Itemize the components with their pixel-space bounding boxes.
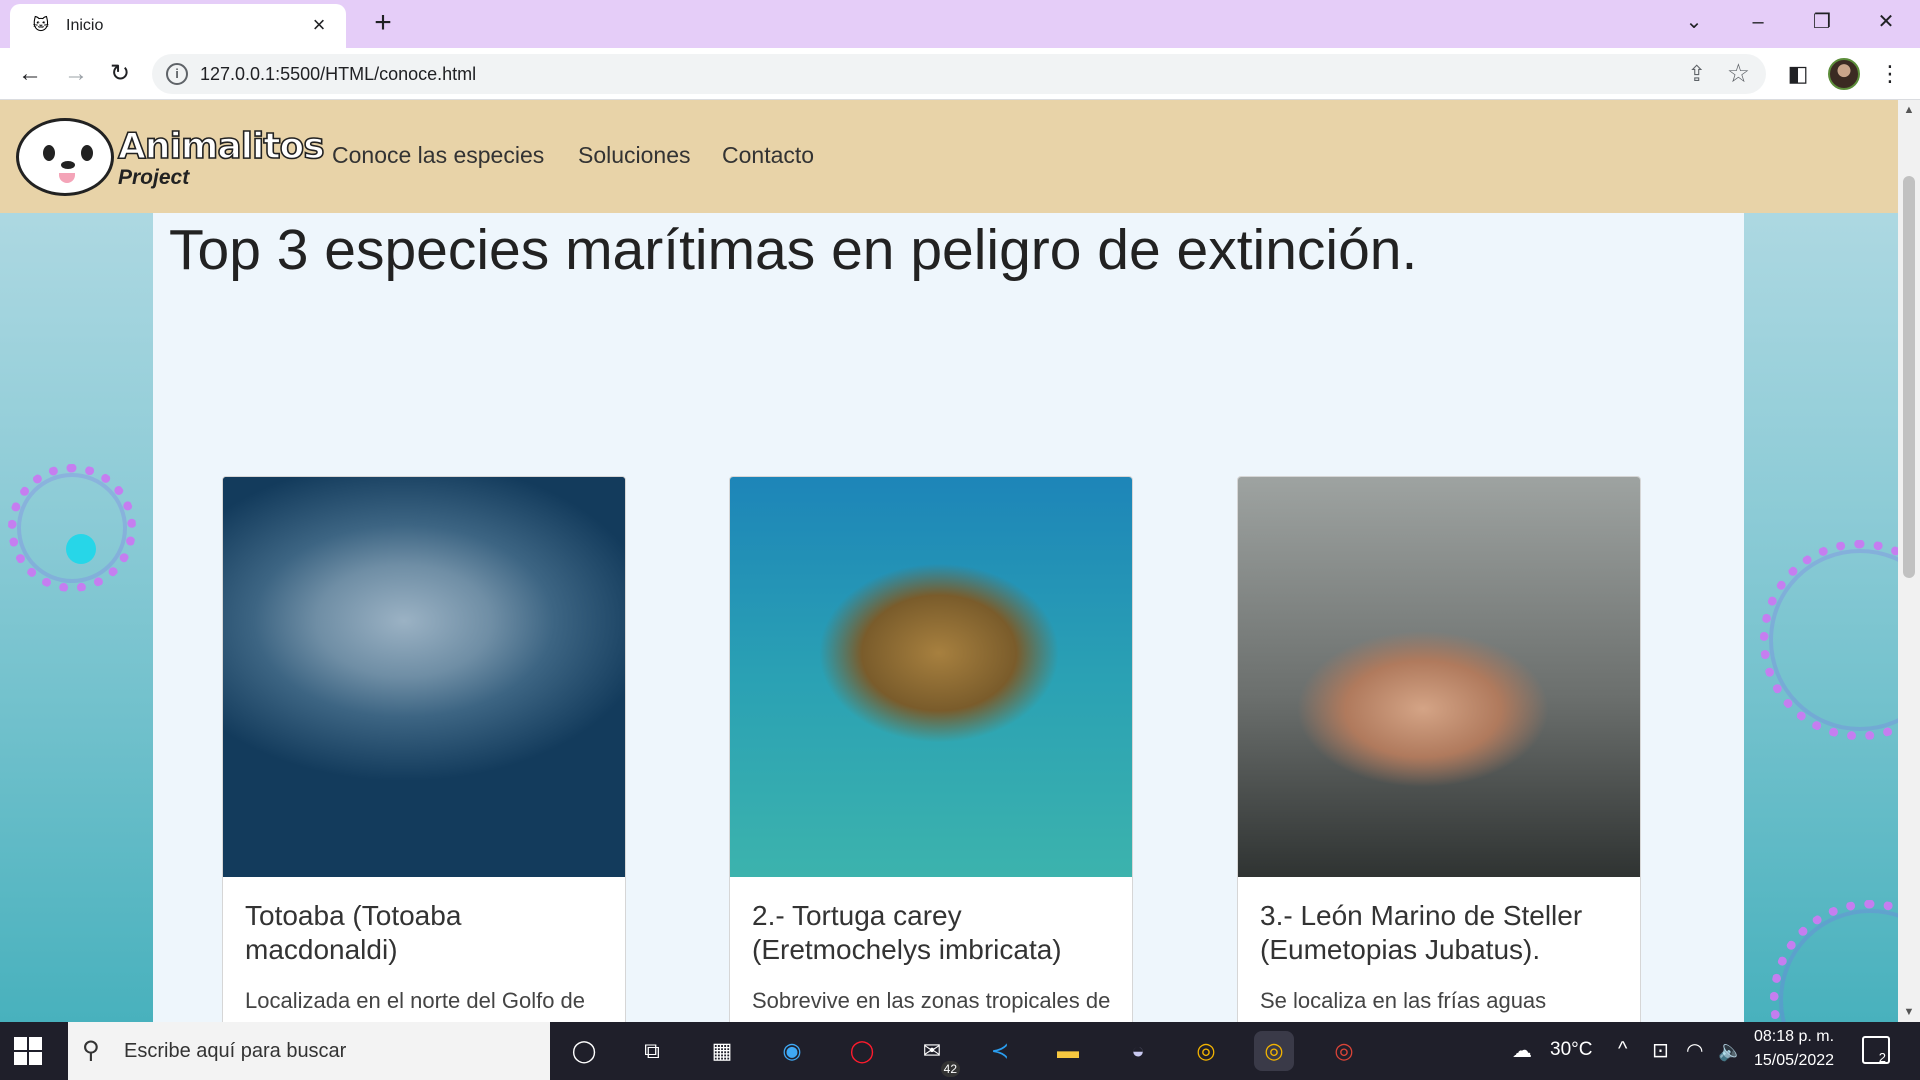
new-tab-button[interactable]: + xyxy=(366,8,400,42)
nav-link-soluciones[interactable]: Soluciones xyxy=(578,142,691,169)
totoaba-fish-image xyxy=(223,477,625,877)
weather-temperature[interactable]: 30°C xyxy=(1550,1039,1592,1061)
clock-date[interactable]: 15/05/2022 xyxy=(1754,1052,1834,1070)
bubble-decoration-icon xyxy=(1770,900,1898,1022)
back-arrow-icon[interactable]: ← xyxy=(12,56,48,92)
side-panel-icon[interactable]: ◧ xyxy=(1780,56,1816,92)
nav-link-contacto[interactable]: Contacto xyxy=(722,142,814,169)
share-icon[interactable]: ⇪ xyxy=(1688,61,1706,87)
card-title: 2.- Tortuga carey (Eretmochelys imbricat… xyxy=(752,900,1062,965)
menu-kebab-icon[interactable]: ⋮ xyxy=(1872,56,1908,92)
eclipse-icon[interactable]: ◒ xyxy=(1118,1031,1158,1071)
chrome-profile-icon[interactable]: ◎ xyxy=(1254,1031,1294,1071)
opera-browser-icon[interactable]: ◯ xyxy=(842,1031,882,1071)
species-card: 3.- León Marino de Steller (Eumetopias J… xyxy=(1237,476,1641,1022)
seal-favicon-icon: 🐱 xyxy=(32,17,50,34)
chrome-profile-2-icon[interactable]: ◎ xyxy=(1324,1031,1364,1071)
species-card: Totoaba (Totoaba macdonaldi) Localizada … xyxy=(222,476,626,1022)
url-text[interactable]: 127.0.0.1:5500/HTML/conoce.html xyxy=(200,64,476,85)
card-text: Localizada en el norte del Golfo de Cali… xyxy=(245,988,586,1013)
tray-chevron-up-icon[interactable]: ^ xyxy=(1618,1038,1627,1061)
volume-icon[interactable]: 🔈 xyxy=(1718,1038,1743,1063)
search-icon: ⚲ xyxy=(82,1037,100,1064)
site-header: Animalitos Project Conoce las especies S… xyxy=(0,100,1898,213)
card-title: Totoaba (Totoaba macdonaldi) xyxy=(245,900,462,965)
mail-icon[interactable]: ✉ 42 xyxy=(912,1031,960,1077)
bookmark-star-icon[interactable]: ☆ xyxy=(1727,58,1750,89)
scrollbar-thumb[interactable] xyxy=(1903,176,1915,578)
browser-tab-active[interactable]: 🐱 Inicio × xyxy=(10,4,346,48)
steller-sea-lion-image xyxy=(1238,477,1640,877)
card-title: 3.- León Marino de Steller (Eumetopias J… xyxy=(1260,900,1583,965)
search-placeholder: Escribe aquí para buscar xyxy=(124,1040,347,1062)
clock-time[interactable]: 08:18 p. m. xyxy=(1754,1028,1834,1046)
microsoft-store-icon[interactable]: ▦ xyxy=(702,1031,742,1071)
page-viewport: Animalitos Project Conoce las especies S… xyxy=(0,100,1898,1022)
chrome-icon[interactable]: ◎ xyxy=(1186,1031,1226,1071)
device-icon[interactable]: ⊡ xyxy=(1652,1038,1669,1063)
card-text: Sobrevive en las zonas tropicales de los… xyxy=(752,988,1111,1013)
wifi-icon[interactable]: ◠ xyxy=(1686,1038,1703,1063)
site-info-icon[interactable]: i xyxy=(166,63,188,85)
page-title: Top 3 especies marítimas en peligro de e… xyxy=(169,218,1418,282)
cortana-icon[interactable]: ◯ xyxy=(564,1031,604,1071)
close-window-button[interactable]: ✕ xyxy=(1864,4,1908,40)
minimize-button[interactable]: – xyxy=(1736,4,1780,40)
file-explorer-icon[interactable]: ▬ xyxy=(1048,1031,1088,1071)
vscode-icon[interactable]: ≺ xyxy=(980,1031,1020,1071)
edge-browser-icon[interactable]: ◉ xyxy=(772,1031,812,1071)
page-scrollbar[interactable]: ▲ ▼ xyxy=(1898,100,1920,1022)
tab-search-chevron-icon[interactable]: ⌄ xyxy=(1672,4,1716,40)
bubble-decoration-icon xyxy=(1760,540,1898,740)
browser-toolbar: ← → ↻ i 127.0.0.1:5500/HTML/conoce.html … xyxy=(0,48,1920,100)
forward-arrow-icon[interactable]: → xyxy=(58,56,94,92)
species-card: 2.- Tortuga carey (Eretmochelys imbricat… xyxy=(729,476,1133,1022)
task-view-icon[interactable]: ⧉ xyxy=(632,1031,672,1071)
bubble-dot-icon xyxy=(66,534,96,564)
tab-close-icon[interactable]: × xyxy=(308,14,330,37)
main-content-panel: Top 3 especies marítimas en peligro de e… xyxy=(153,213,1744,1022)
card-text: Se localiza en las frías aguas costeras … xyxy=(1260,988,1547,1013)
scroll-up-arrow-icon[interactable]: ▲ xyxy=(1898,104,1920,116)
taskbar-search-input[interactable]: ⚲ Escribe aquí para buscar xyxy=(68,1022,550,1080)
scroll-down-arrow-icon[interactable]: ▼ xyxy=(1898,1006,1920,1018)
notification-center-icon[interactable]: 2 xyxy=(1862,1036,1890,1065)
weather-cloud-icon[interactable]: ☁ xyxy=(1512,1038,1532,1063)
tab-title: Inicio xyxy=(66,17,104,34)
logo-subtitle: Project xyxy=(118,166,190,189)
nav-link-conoce[interactable]: Conoce las especies xyxy=(332,142,544,169)
windows-taskbar: ⚲ Escribe aquí para buscar ◯ ⧉ ▦ ◉ ◯ ✉ 42… xyxy=(0,1022,1920,1080)
hawksbill-turtle-image xyxy=(730,477,1132,877)
reload-icon[interactable]: ↻ xyxy=(102,56,138,92)
windows-start-icon[interactable] xyxy=(14,1037,42,1065)
logo-wordmark[interactable]: Animalitos xyxy=(117,125,325,168)
bubble-decoration-icon xyxy=(8,464,136,592)
restore-button[interactable]: ❐ xyxy=(1800,4,1844,40)
seal-logo-icon[interactable] xyxy=(16,118,114,196)
browser-tab-bar: 🐱 Inicio × + ⌄ – ❐ ✕ xyxy=(0,0,1920,48)
mail-badge: 42 xyxy=(940,1061,960,1077)
address-bar[interactable]: i 127.0.0.1:5500/HTML/conoce.html ⇪ ☆ xyxy=(152,54,1766,94)
profile-avatar[interactable] xyxy=(1828,58,1860,90)
